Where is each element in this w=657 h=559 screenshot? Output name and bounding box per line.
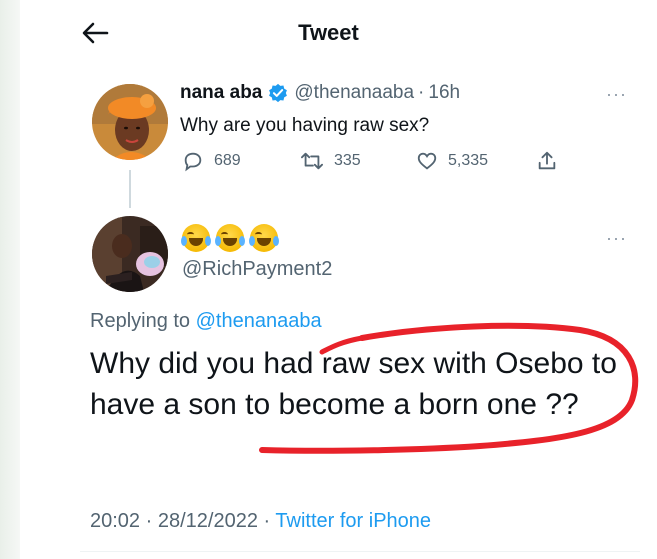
author-name[interactable]: nana aba [180,82,262,104]
replying-to-label: Replying to [90,310,191,332]
retweet-count: 335 [334,152,361,169]
top-bar: Tweet [0,0,657,64]
reply-count: 689 [214,152,241,169]
reply-tweet-text: Why did you had raw sex with Osebo to ha… [90,347,617,421]
laughing-emoji-icon [249,224,279,252]
reply-icon [184,152,202,172]
dot-separator: · [263,510,271,532]
laughing-emoji-icon [215,224,245,252]
avatar-richpayment2[interactable] [92,216,168,292]
page-title: Tweet [298,20,359,45]
divider [80,551,640,552]
laughing-emoji-icon [181,224,211,252]
background-edge [0,0,20,559]
author-handle[interactable]: @thenanaaba [294,82,414,104]
replying-to: Replying to @thenanaaba [90,310,322,333]
more-options-icon[interactable]: ··· [606,84,627,105]
tweet-text: Why are you having raw sex? [180,115,430,136]
retweet-icon [300,152,323,170]
tweet-timestamp[interactable]: 20:02 [90,510,140,532]
dot-separator: · [145,510,153,532]
reply-author-name[interactable] [181,224,279,252]
like-count: 5,335 [448,152,489,169]
share-button[interactable] [536,150,558,172]
tweet-meta: 20:02 · 28/12/2022 · Twitter for iPhone [90,510,431,533]
tweet-date[interactable]: 28/12/2022 [158,510,258,532]
avatar-nana-aba[interactable] [92,84,168,160]
more-options-icon[interactable]: ··· [606,228,627,249]
dot-separator: · [418,82,425,103]
verified-badge-icon [269,83,288,103]
reply-author-handle[interactable]: @RichPayment2 [182,258,332,281]
replying-to-handle[interactable]: @thenanaaba [196,310,322,332]
tweet-time[interactable]: 16h [428,82,460,104]
tweet-source[interactable]: Twitter for iPhone [275,510,431,532]
heart-icon [417,152,437,170]
retweet-button[interactable]: 335 [300,150,361,172]
thread-connector [129,170,131,208]
tweet-author-row: nana aba @thenanaaba · 16h [180,82,460,104]
reply-button[interactable]: 689 [182,150,241,172]
like-button[interactable]: 5,335 [416,150,488,172]
share-icon [538,151,556,170]
